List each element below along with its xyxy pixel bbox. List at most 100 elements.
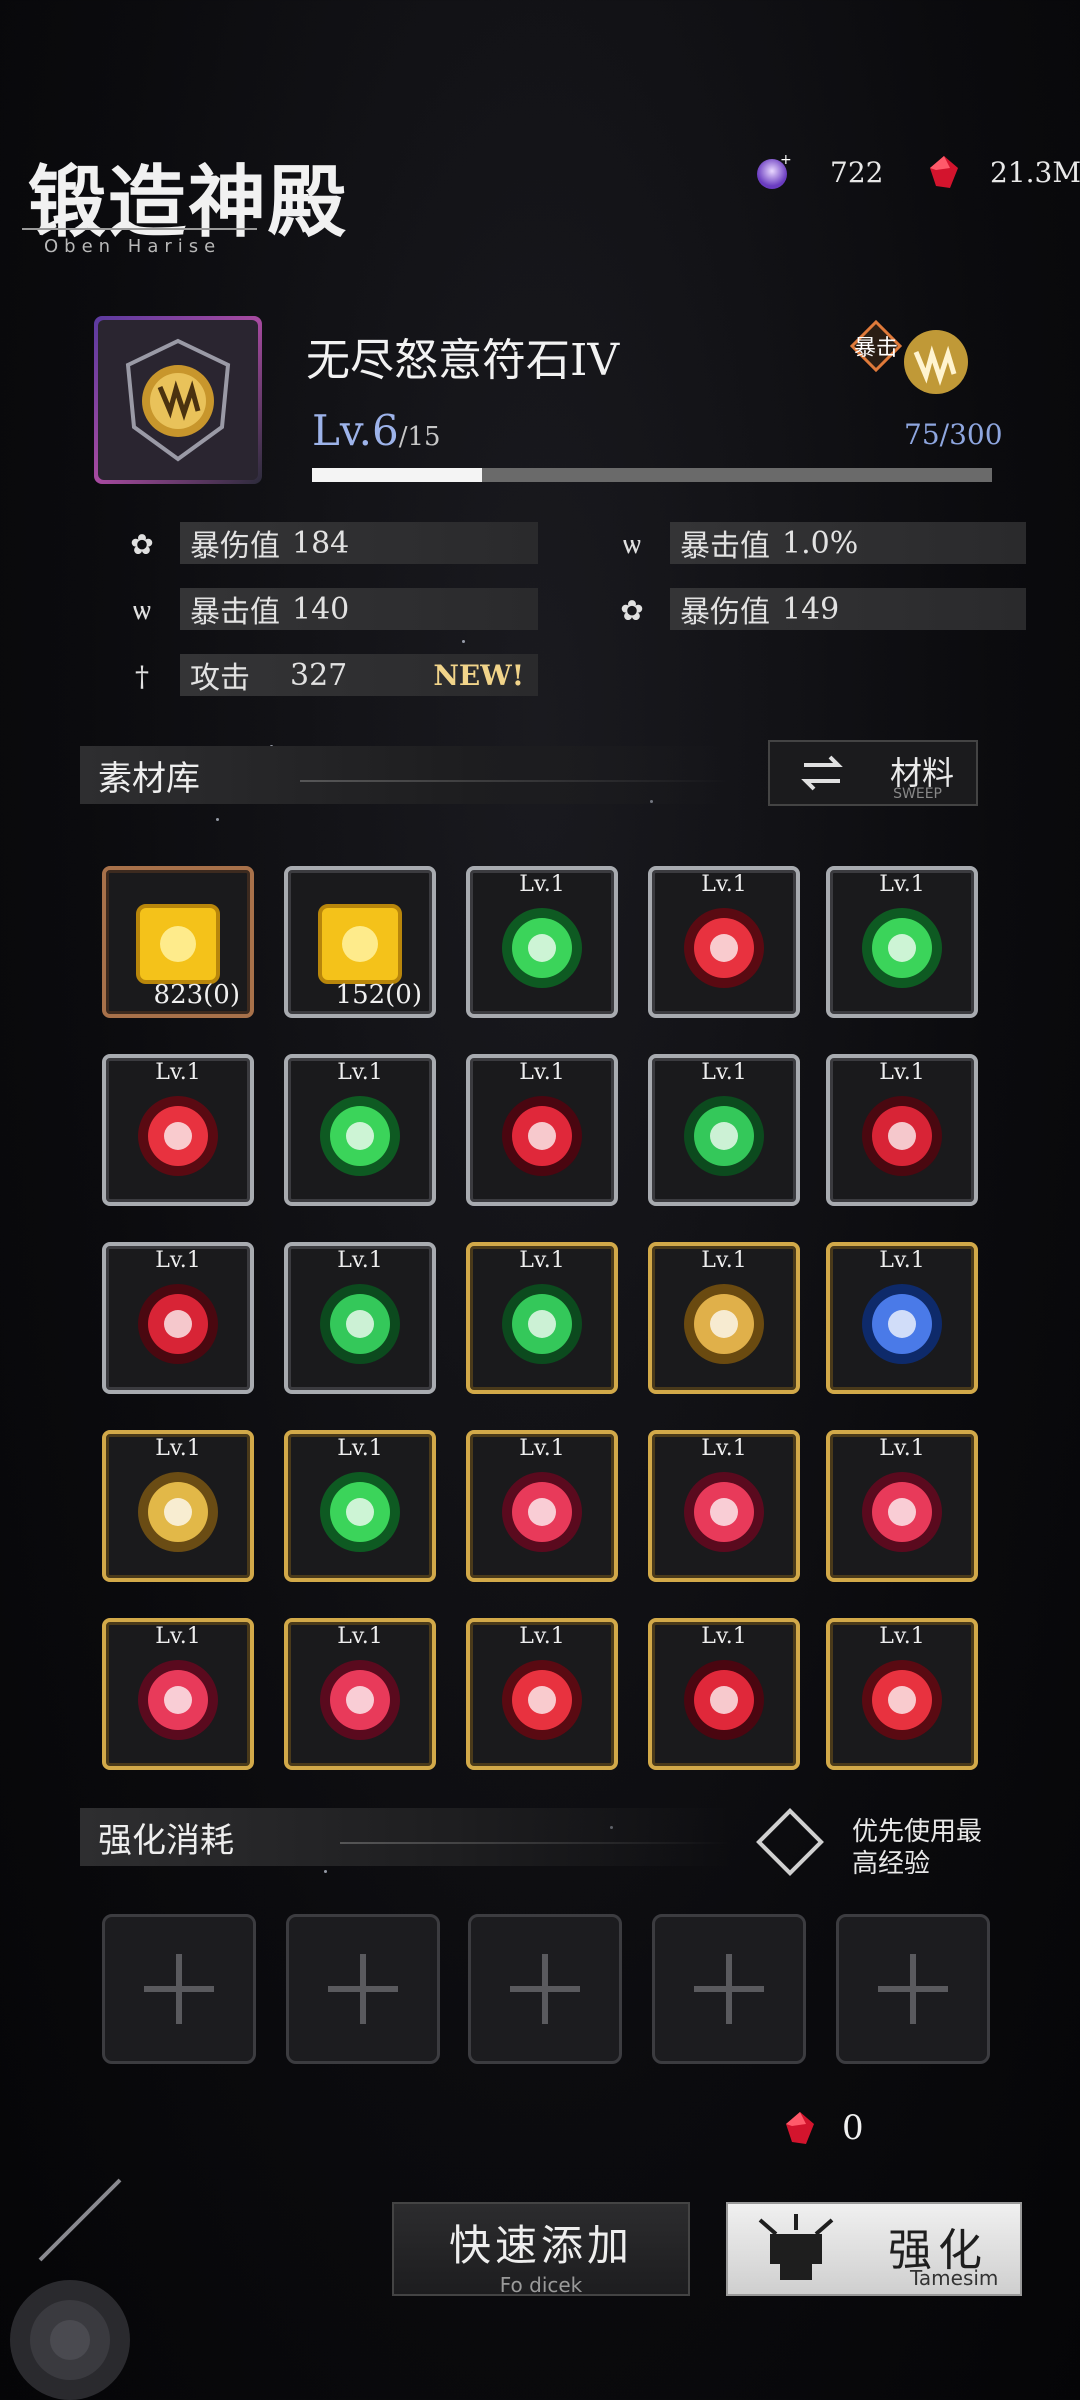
material-cell[interactable]: Lv.1 (284, 1618, 436, 1770)
ruby-value: 21.3M (990, 155, 1080, 189)
quick-add-button[interactable]: 快速添加 Fo dicek (392, 2202, 690, 2297)
material-cell[interactable]: Lv.1 (648, 1618, 800, 1770)
cell-level: Lv.1 (701, 1060, 747, 1085)
gold-claw-icon (904, 330, 968, 394)
cell-level: Lv.1 (337, 1436, 383, 1461)
enhance-title: 强化消耗 (98, 1820, 234, 1861)
gem-currency[interactable]: + 722 (752, 150, 883, 194)
stat-left-3: 攻击 327 NEW! (180, 654, 538, 696)
cell-level: Lv.1 (879, 1436, 925, 1461)
flower-icon: ✿ (130, 527, 154, 561)
claw-icon: ѡ (133, 593, 151, 626)
stat-value: 327 (290, 657, 348, 693)
library-header: 素材库 (80, 746, 730, 804)
selected-rune-frame[interactable] (94, 316, 262, 484)
prefer-highest-exp-toggle[interactable] (756, 1808, 824, 1876)
flower-icon: ✿ (620, 593, 644, 627)
red-spiral-icon (138, 1660, 218, 1740)
consume-slot-3[interactable] (468, 1914, 622, 2064)
consume-slot-2[interactable] (286, 1914, 440, 2064)
enhance-button[interactable]: 强化 Tamesim (726, 2202, 1022, 2296)
ruby-icon (930, 156, 958, 188)
material-cell[interactable]: Lv.1 (284, 1430, 436, 1582)
stat-label: 暴伤值 (190, 529, 280, 564)
material-cell[interactable]: Lv.1 (466, 1242, 618, 1394)
red-tree-icon (138, 1284, 218, 1364)
plus-icon (878, 1954, 948, 2024)
material-cell[interactable]: Lv.1 (466, 1430, 618, 1582)
material-cell[interactable]: Lv.1 (102, 1242, 254, 1394)
enhance-divider (340, 1842, 730, 1844)
material-cell[interactable]: 152(0) (284, 866, 436, 1018)
title-underline (22, 228, 257, 230)
material-cell[interactable]: Lv.1 (648, 1054, 800, 1206)
anvil-icon (758, 2214, 834, 2280)
gold-claw-icon (684, 1284, 764, 1364)
stat-value: 184 (292, 525, 350, 561)
red-diamond-icon (502, 1660, 582, 1740)
material-cell[interactable]: 823(0) (102, 866, 254, 1018)
material-cell[interactable]: Lv.1 (648, 866, 800, 1018)
cell-level: Lv.1 (879, 1624, 925, 1649)
rune-level: Lv.6/15 (312, 406, 441, 455)
red-diamond-icon (862, 1660, 942, 1740)
consume-slot-1[interactable] (102, 1914, 256, 2064)
sword-icon: † (135, 659, 149, 693)
material-cell[interactable]: Lv.1 (466, 866, 618, 1018)
library-title: 素材库 (98, 758, 200, 799)
consume-slot-5[interactable] (836, 1914, 990, 2064)
cost-ruby-icon (780, 2108, 820, 2152)
cell-level: Lv.1 (519, 1060, 565, 1085)
material-cell[interactable]: Lv.1 (284, 1054, 436, 1206)
stat-value: 1.0% (782, 525, 859, 561)
material-cell[interactable]: Lv.1 (826, 866, 978, 1018)
material-cell[interactable]: Lv.1 (102, 1430, 254, 1582)
cell-level: Lv.1 (879, 872, 925, 897)
material-cell[interactable]: Lv.1 (648, 1242, 800, 1394)
green-drop-icon (320, 1096, 400, 1176)
material-cell[interactable]: Lv.1 (826, 1430, 978, 1582)
material-cell[interactable]: Lv.1 (826, 1054, 978, 1206)
red-flame-icon (684, 1660, 764, 1740)
cell-count: 152(0) (335, 980, 422, 1010)
material-cell[interactable]: Lv.1 (466, 1054, 618, 1206)
gold-fist-icon (138, 1472, 218, 1552)
cell-level: Lv.1 (701, 1248, 747, 1273)
material-cell[interactable]: Lv.1 (466, 1618, 618, 1770)
rose-decoration-icon (10, 2178, 130, 2400)
gem-icon: + (757, 152, 792, 189)
cell-count: 823(0) (153, 980, 240, 1010)
stat-right-1: 暴击值 1.0% (670, 522, 1026, 564)
material-cell[interactable]: Lv.1 (102, 1618, 254, 1770)
material-cell[interactable]: Lv.1 (826, 1618, 978, 1770)
claw-icon: ѡ (623, 527, 641, 560)
cell-level: Lv.1 (337, 1624, 383, 1649)
swap-icon (801, 755, 843, 791)
stat-label: 攻击 (190, 661, 250, 696)
plus-icon (510, 1954, 580, 2024)
green-drop-icon (502, 908, 582, 988)
red-spiral-icon (684, 1472, 764, 1552)
material-cell[interactable]: Lv.1 (102, 1054, 254, 1206)
material-cell[interactable]: Lv.1 (826, 1242, 978, 1394)
green-drop-icon (320, 1472, 400, 1552)
stat-label: 暴伤值 (680, 595, 770, 630)
material-cell[interactable]: Lv.1 (284, 1242, 436, 1394)
gold-claw-rune-icon (125, 338, 231, 462)
red-diamond-icon (684, 908, 764, 988)
consume-slot-4[interactable] (652, 1914, 806, 2064)
red-tree-icon (862, 1096, 942, 1176)
cell-level: Lv.1 (155, 1248, 201, 1273)
prefer-highest-exp-label: 优先使用最高经验 (852, 1817, 983, 1879)
red-diamond-icon (138, 1096, 218, 1176)
ruby-icon (786, 2112, 814, 2144)
plus-icon (694, 1954, 764, 2024)
level-max: /15 (398, 422, 441, 452)
ruby-currency[interactable]: 21.3M (924, 150, 1080, 194)
material-cell[interactable]: Lv.1 (648, 1430, 800, 1582)
sweep-button[interactable]: 材料 SWEEP (768, 740, 978, 806)
cell-level: Lv.1 (155, 1060, 201, 1085)
enhance-sub: Tamesim (910, 2266, 999, 2290)
stat-label: 暴击值 (680, 529, 770, 564)
stat-left-2: 暴击值 140 (180, 588, 538, 630)
